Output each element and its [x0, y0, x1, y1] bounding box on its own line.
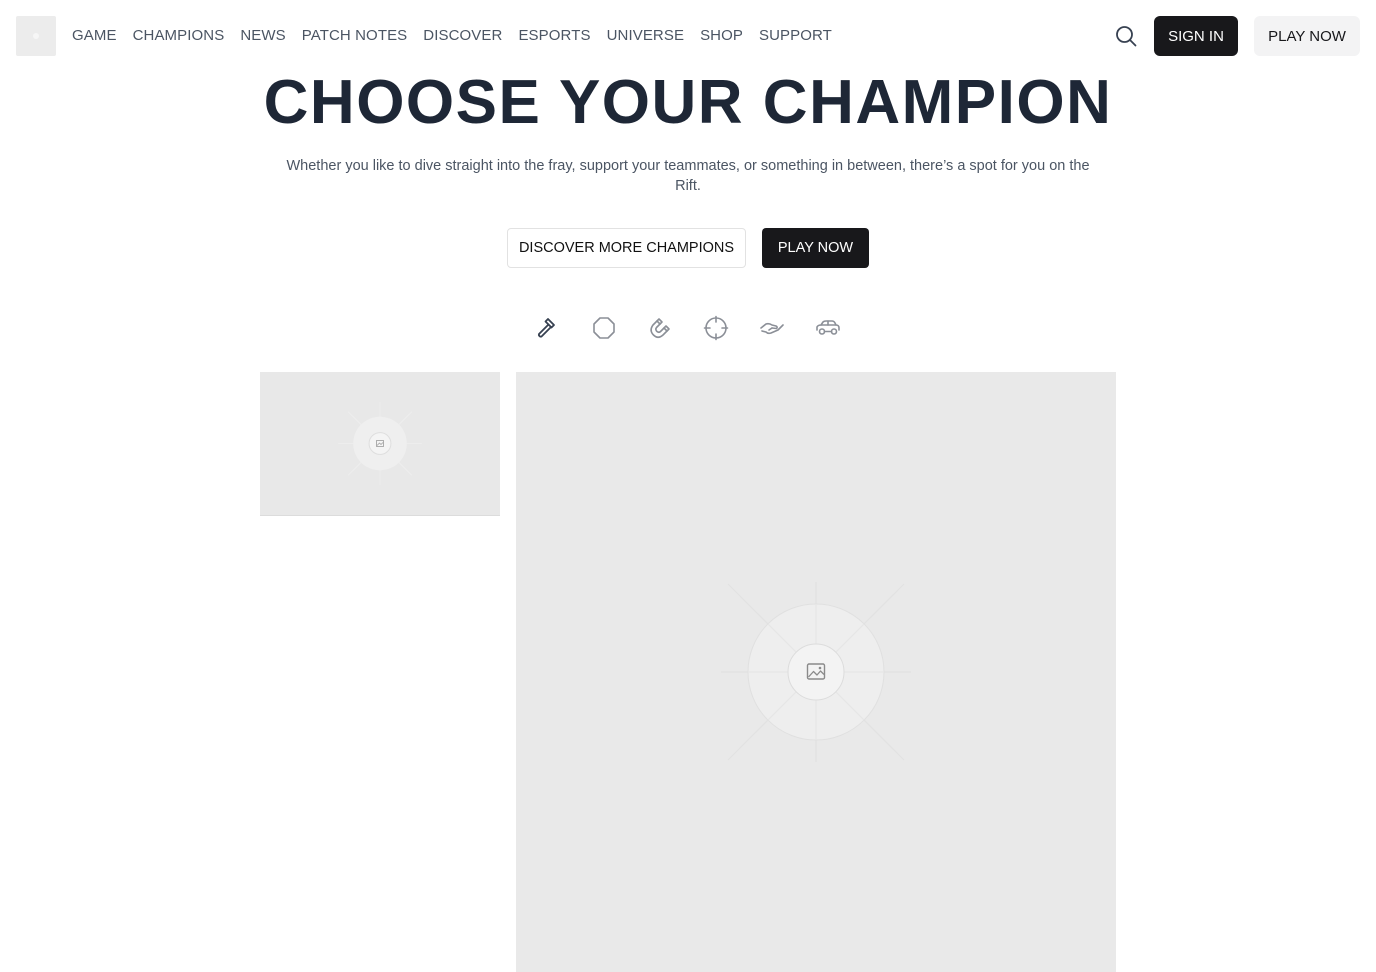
- nav-item-shop[interactable]: SHOP: [700, 26, 743, 46]
- main-nav: GAME CHAMPIONS NEWS PATCH NOTES DISCOVER…: [72, 26, 832, 46]
- discover-more-champions-button[interactable]: DISCOVER MORE CHAMPIONS: [507, 228, 746, 268]
- role-filter-bar: [534, 314, 844, 342]
- role-marksman-crosshair-icon[interactable]: [702, 314, 730, 342]
- image-placeholder-icon: [721, 582, 911, 762]
- nav-item-champions[interactable]: CHAMPIONS: [133, 26, 225, 46]
- nav-item-game[interactable]: GAME: [72, 26, 117, 46]
- nav-item-esports[interactable]: ESPORTS: [518, 26, 590, 46]
- nav-item-patch-notes[interactable]: PATCH NOTES: [302, 26, 408, 46]
- champion-main-image: [516, 372, 1116, 972]
- page-title: CHOOSE YOUR CHAMPION: [263, 68, 1113, 137]
- nav-item-universe[interactable]: UNIVERSE: [607, 26, 685, 46]
- role-mage-magnet-icon[interactable]: [646, 314, 674, 342]
- role-assassin-hammer-icon[interactable]: [534, 314, 562, 342]
- page-subtitle: Whether you like to dive straight into t…: [286, 158, 1090, 194]
- image-placeholder-icon: [338, 401, 422, 486]
- play-now-header-button[interactable]: PLAY NOW: [1254, 16, 1360, 56]
- nav-item-news[interactable]: NEWS: [240, 26, 285, 46]
- role-fighter-octagon-icon[interactable]: [590, 314, 618, 342]
- nav-item-support[interactable]: SUPPORT: [759, 26, 832, 46]
- search-icon[interactable]: [1112, 22, 1140, 50]
- sign-in-button[interactable]: SIGN IN: [1154, 16, 1238, 56]
- nav-item-discover[interactable]: DISCOVER: [423, 26, 502, 46]
- champion-thumbnail[interactable]: [260, 372, 500, 516]
- logo-dot: [33, 33, 39, 39]
- site-header: GAME CHAMPIONS NEWS PATCH NOTES DISCOVER…: [0, 0, 1376, 72]
- logo-icon[interactable]: [16, 16, 56, 56]
- role-support-handshake-icon[interactable]: [758, 314, 786, 342]
- role-tank-car-icon[interactable]: [814, 314, 842, 342]
- play-now-button[interactable]: PLAY NOW: [762, 228, 869, 268]
